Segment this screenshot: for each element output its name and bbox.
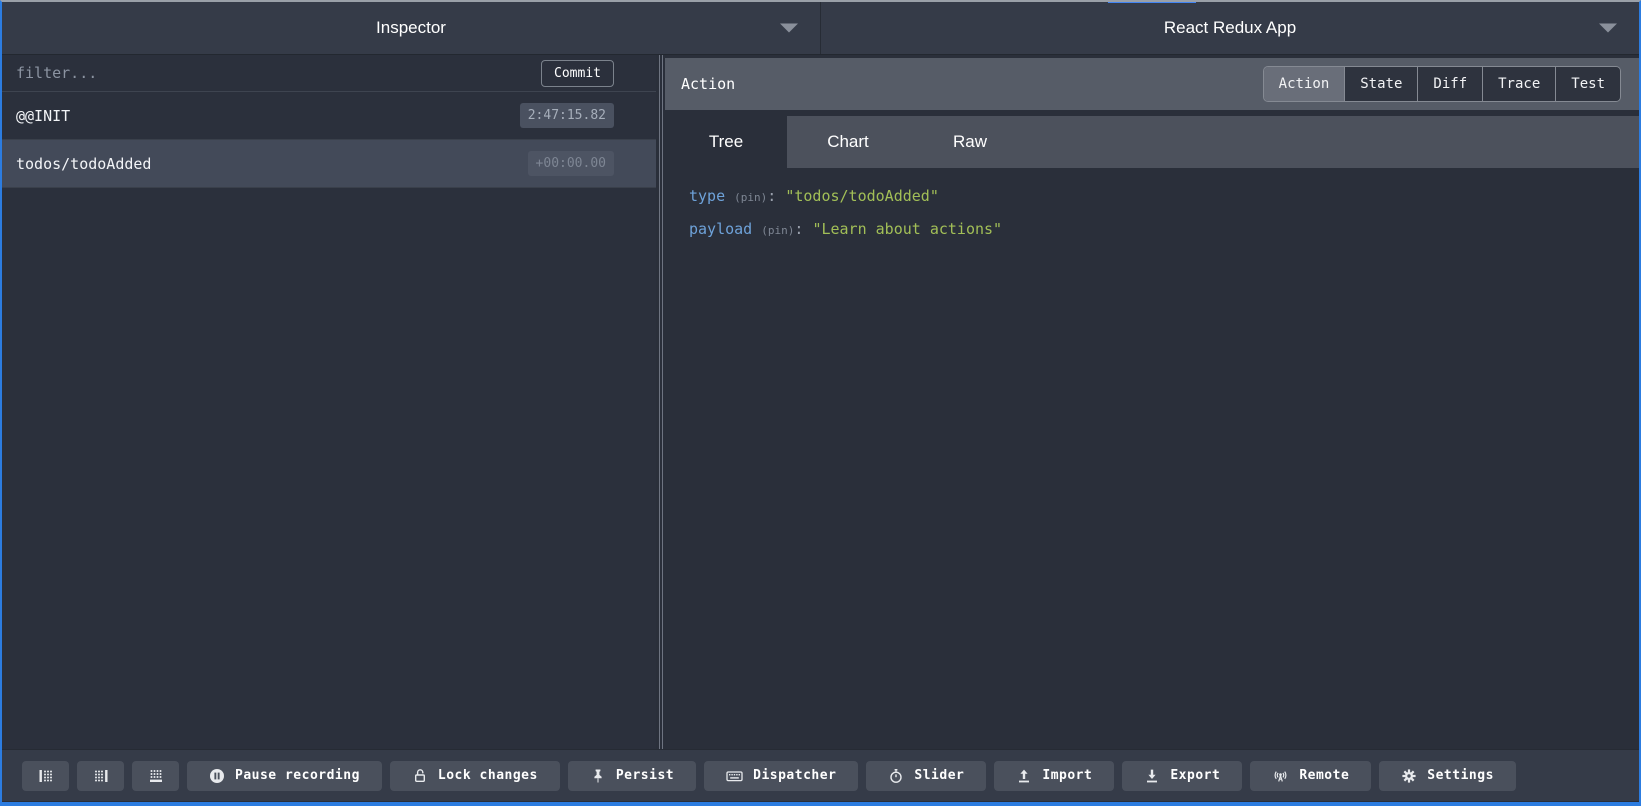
header: Inspector React Redux App: [2, 2, 1639, 55]
tab-test[interactable]: Test: [1555, 67, 1620, 101]
action-name: todos/todoAdded: [16, 155, 151, 173]
pin-link[interactable]: (pin): [761, 224, 794, 237]
detail-header: Action Action State Diff Trace Test: [665, 58, 1639, 110]
filter-row: Commit: [2, 55, 656, 92]
action-name: @@INIT: [16, 107, 70, 125]
settings-button[interactable]: Settings: [1379, 761, 1516, 791]
instance-title: React Redux App: [1164, 18, 1296, 38]
commit-button[interactable]: Commit: [541, 60, 614, 87]
subtab-tree[interactable]: Tree: [665, 116, 787, 168]
chevron-down-icon: [1599, 24, 1617, 33]
top-accent-bar: [1108, 0, 1196, 3]
action-list-item-todo-added[interactable]: todos/todoAdded +00:00.00: [2, 140, 656, 188]
toolbar-button-label: Dispatcher: [753, 768, 836, 783]
toolbar-button-label: Persist: [616, 768, 674, 783]
detail-tab-group: Action State Diff Trace Test: [1263, 66, 1621, 102]
toolbar-button-label: Export: [1170, 768, 1220, 783]
dispatcher-button[interactable]: Dispatcher: [704, 761, 858, 791]
lock-icon: [412, 768, 428, 784]
toolbar-button-label: Settings: [1427, 768, 1494, 783]
tree-value: "todos/todoAdded": [785, 187, 939, 205]
panel-resize-handle[interactable]: [656, 55, 665, 749]
export-icon: [1144, 768, 1160, 784]
lock-changes-button[interactable]: Lock changes: [390, 761, 560, 791]
remote-button[interactable]: Remote: [1250, 761, 1371, 791]
dock-bottom-icon: [148, 768, 164, 784]
action-timestamp: 2:47:15.82: [520, 103, 614, 128]
pin-link[interactable]: (pin): [734, 191, 767, 204]
remote-icon: [1272, 768, 1289, 784]
bottom-toolbar: Pause recording Lock changes Persist: [2, 749, 1639, 801]
tree-colon: :: [767, 187, 776, 205]
tab-action[interactable]: Action: [1264, 67, 1345, 101]
tree-colon: :: [794, 220, 803, 238]
export-button[interactable]: Export: [1122, 761, 1242, 791]
pin-icon: [590, 768, 606, 784]
tree-key[interactable]: type: [689, 187, 725, 205]
instance-selector[interactable]: React Redux App: [820, 2, 1639, 54]
toolbar-button-label: Import: [1042, 768, 1092, 783]
action-list-panel: Commit @@INIT 2:47:15.82 todos/todoAdded…: [2, 55, 656, 749]
tab-state[interactable]: State: [1344, 67, 1417, 101]
monitor-title: Inspector: [376, 18, 446, 38]
slider-button[interactable]: Slider: [866, 761, 986, 791]
action-timestamp: +00:00.00: [528, 151, 614, 176]
keyboard-icon: [726, 768, 743, 784]
dock-right-icon: [93, 768, 109, 784]
toolbar-button-label: Remote: [1299, 768, 1349, 783]
dock-left-button[interactable]: [22, 761, 69, 791]
main-area: Commit @@INIT 2:47:15.82 todos/todoAdded…: [2, 55, 1639, 749]
dock-left-icon: [38, 768, 54, 784]
pause-recording-button[interactable]: Pause recording: [187, 761, 382, 791]
import-button[interactable]: Import: [994, 761, 1114, 791]
tab-diff[interactable]: Diff: [1417, 67, 1482, 101]
toolbar-button-label: Pause recording: [235, 768, 360, 783]
toolbar-button-label: Slider: [914, 768, 964, 783]
persist-button[interactable]: Persist: [568, 761, 696, 791]
inspector-detail-panel: Action Action State Diff Trace Test Tree…: [665, 55, 1639, 749]
tree-value: "Learn about actions": [812, 220, 1002, 238]
pause-icon: [209, 768, 225, 784]
subtab-chart[interactable]: Chart: [787, 116, 909, 168]
tree-key[interactable]: payload: [689, 220, 752, 238]
tab-trace[interactable]: Trace: [1482, 67, 1555, 101]
action-tree-view: type (pin): "todos/todoAdded" payload (p…: [665, 168, 1639, 749]
import-icon: [1016, 768, 1032, 784]
settings-icon: [1401, 768, 1417, 784]
subtab-raw[interactable]: Raw: [909, 116, 1031, 168]
tree-row-type: type (pin): "todos/todoAdded": [689, 185, 1639, 209]
dock-right-button[interactable]: [77, 761, 124, 791]
redux-devtools-window: Inspector React Redux App Commit @@INIT …: [0, 0, 1641, 806]
view-subtab-bar: Tree Chart Raw: [665, 116, 1639, 168]
detail-header-title: Action: [681, 75, 735, 93]
dock-bottom-button[interactable]: [132, 761, 179, 791]
toolbar-button-label: Lock changes: [438, 768, 538, 783]
action-list-item-init[interactable]: @@INIT 2:47:15.82: [2, 92, 656, 140]
monitor-selector[interactable]: Inspector: [2, 2, 820, 54]
chevron-down-icon: [780, 24, 798, 33]
stopwatch-icon: [888, 768, 904, 784]
filter-input[interactable]: [16, 64, 531, 82]
tree-row-payload: payload (pin): "Learn about actions": [689, 218, 1639, 242]
